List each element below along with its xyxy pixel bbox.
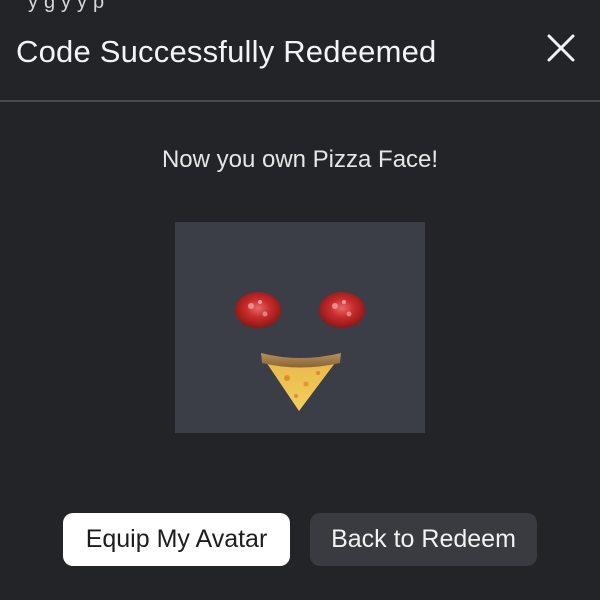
- header-divider: [0, 100, 600, 102]
- item-thumbnail: [175, 222, 425, 433]
- close-icon: [547, 34, 575, 62]
- back-to-redeem-button[interactable]: Back to Redeem: [310, 513, 537, 566]
- pizza-face-icon: [235, 292, 365, 411]
- equip-avatar-button[interactable]: Equip My Avatar: [63, 513, 290, 566]
- redeem-success-modal: y g y y p Code Successfully Redeemed Now…: [0, 0, 600, 600]
- modal-title: Code Successfully Redeemed: [16, 34, 437, 69]
- ownership-message: Now you own Pizza Face!: [161, 146, 439, 173]
- modal-header: Code Successfully Redeemed: [0, 0, 600, 101]
- close-button[interactable]: [539, 26, 583, 70]
